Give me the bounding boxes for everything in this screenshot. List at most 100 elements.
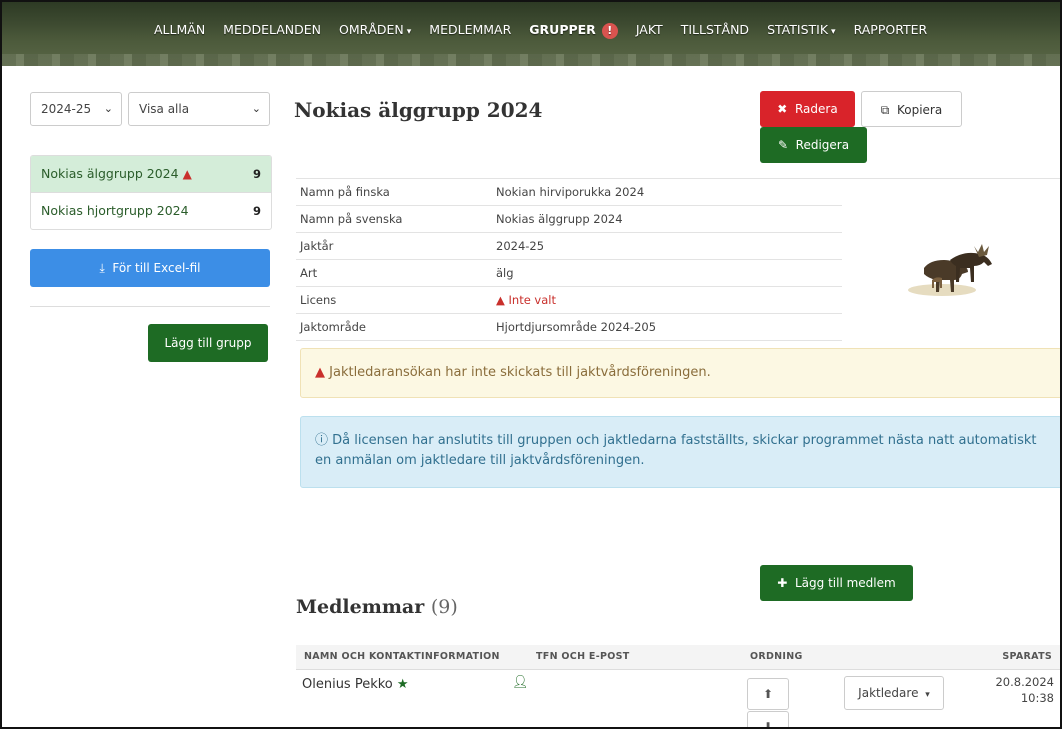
nav-item-grupper-label: GRUPPER [529,22,596,37]
chevron-down-icon: ▾ [406,27,412,37]
license-value-text: Inte valt [508,293,556,307]
column-header-saved: SPARATS [1002,651,1052,662]
top-navbar: ALLMÄN MEDDELANDEN OMRÅDEN ▾ MEDLEMMAR GR… [2,2,1060,66]
add-member-button[interactable]: ✚ Lägg till medlem [760,565,913,601]
info-row: Namn på finska Nokian hirviporukka 2024 [296,178,842,206]
export-excel-label: För till Excel-fil [112,261,201,275]
arrow-up-icon: ⬆ [762,687,774,701]
saved-date: 20.8.2024 [995,675,1054,689]
member-name-text: Olenius Pekko [302,677,393,692]
info-row: Art älg [296,259,842,287]
info-icon: ⓘ [315,433,329,448]
export-icon: ⤓ [99,261,105,275]
info-label: Jaktår [296,232,492,260]
info-row: Licens ▲ Inte valt [296,286,842,314]
arrow-down-icon: ⬇ [762,720,774,729]
info-value: Hjortdjursområde 2024-205 [492,313,842,341]
column-header-order: ORDNING [750,651,803,662]
group-item-nokias-alggrupp[interactable]: Nokias älggrupp 2024 ▲ 9 [31,156,271,193]
nav-menu: ALLMÄN MEDDELANDEN OMRÅDEN ▾ MEDLEMMAR GR… [154,22,945,39]
move-down-button[interactable]: ⬇ [747,711,789,729]
info-value: Nokian hirviporukka 2024 [492,178,842,206]
nav-item-medlemmar[interactable]: MEDLEMMAR [429,22,511,39]
person-icon: 👤︎ [512,675,529,690]
app-window: ALLMÄN MEDDELANDEN OMRÅDEN ▾ MEDLEMMAR GR… [0,0,1062,729]
column-header-phone: TFN OCH E-POST [536,651,630,662]
column-header-name: NAMN OCH KONTAKTINFORMATION [304,651,500,662]
move-up-button[interactable]: ⬆ [747,678,789,710]
info-alert-text: Då licensen har anslutits till gruppen o… [315,433,1037,468]
info-label: Licens [296,286,492,314]
info-value: 2024-25 [492,232,842,260]
info-value: Nokias älggrupp 2024 [492,205,842,233]
chevron-down-icon: ▾ [925,690,930,700]
group-item-label: Nokias älggrupp 2024 [41,166,179,181]
warning-alert: ▲ Jaktledaransökan har inte skickats til… [300,348,1060,398]
delete-button[interactable]: ✖ Radera [760,91,855,127]
info-label: Art [296,259,492,287]
times-icon: ✖ [777,102,788,116]
nav-item-tillstand[interactable]: TILLSTÅND [681,22,749,39]
group-list: Nokias älggrupp 2024 ▲ 9 Nokias hjortgru… [30,155,272,230]
info-row: Namn på svenska Nokias älggrupp 2024 [296,205,842,233]
nav-item-omraden[interactable]: OMRÅDEN ▾ [339,22,411,39]
star-icon: ★ [396,677,409,692]
copy-button[interactable]: ⧉ Kopiera [861,91,962,127]
page-title: Nokias älggrupp 2024 [294,98,543,122]
nav-item-grupper[interactable]: GRUPPER! [529,22,618,39]
info-row: Jaktår 2024-25 [296,232,842,260]
chevron-down-icon: ⌄ [251,102,261,115]
group-item-nokias-hjortgrupp[interactable]: Nokias hjortgrupp 2024 9 [31,193,271,229]
warning-icon: ▲ [315,365,325,380]
chevron-down-icon: ⌄ [103,102,113,115]
info-row: Jaktområde Hjortdjursområde 2024-205 [296,313,842,341]
plus-icon: ✚ [777,576,788,590]
members-heading-text: Medlemmar [296,596,425,618]
add-group-button[interactable]: Lägg till grupp [148,324,268,362]
warning-alert-text: Jaktledaransökan har inte skickats till … [329,365,711,380]
moose-icon [908,244,992,296]
warning-icon: ▲ [182,167,192,181]
nav-item-jakt[interactable]: JAKT [636,22,663,39]
role-select-value: Jaktledare [858,686,919,700]
delete-button-label: Radera [794,102,838,116]
alert-icon: ! [601,22,618,39]
copy-button-label: Kopiera [896,103,943,117]
license-value: ▲ Inte valt [492,286,842,314]
nav-item-statistik-label: STATISTIK [767,22,829,37]
info-label: Namn på finska [296,178,492,206]
sidebar-divider [30,306,270,307]
members-count: (9) [430,596,458,618]
member-name[interactable]: Olenius Pekko ★ [302,677,409,692]
filter-select[interactable]: Visa alla ⌄ [128,92,270,126]
nav-item-statistik[interactable]: STATISTIK ▾ [767,22,836,39]
warning-icon: ▲ [496,293,505,307]
group-info-table: Namn på finska Nokian hirviporukka 2024 N… [296,178,842,341]
nav-item-allman[interactable]: ALLMÄN [154,22,205,39]
info-alert: ⓘ Då licensen har anslutits till gruppen… [300,416,1060,488]
nav-item-rapporter[interactable]: RAPPORTER [854,22,928,39]
group-item-count: 9 [252,167,261,181]
role-select[interactable]: Jaktledare ▾ [844,676,944,710]
info-value: älg [492,259,842,287]
add-member-label: Lägg till medlem [794,576,896,590]
members-table-header: NAMN OCH KONTAKTINFORMATION TFN OCH E-PO… [296,645,1060,670]
nav-item-omraden-label: OMRÅDEN [339,22,404,37]
info-label: Namn på svenska [296,205,492,233]
filter-select-value: Visa alla [139,102,190,116]
edit-button-label: Redigera [795,138,850,152]
edit-button[interactable]: ✎ Redigera [760,127,867,163]
members-heading: Medlemmar (9) [296,596,458,618]
saved-timestamp: 20.8.2024 10:38 [982,674,1054,706]
year-select-value: 2024-25 [41,102,92,116]
nav-item-meddelanden[interactable]: MEDDELANDEN [223,22,321,39]
export-excel-button[interactable]: ⤓ För till Excel-fil [30,249,270,287]
chevron-down-icon: ▾ [831,27,836,37]
group-item-count: 9 [252,204,261,218]
saved-time: 10:38 [1020,691,1054,705]
copy-icon: ⧉ [880,103,890,117]
edit-icon: ✎ [777,138,788,152]
year-select[interactable]: 2024-25 ⌄ [30,92,122,126]
group-item-label: Nokias hjortgrupp 2024 [41,203,189,218]
info-label: Jaktområde [296,313,492,341]
